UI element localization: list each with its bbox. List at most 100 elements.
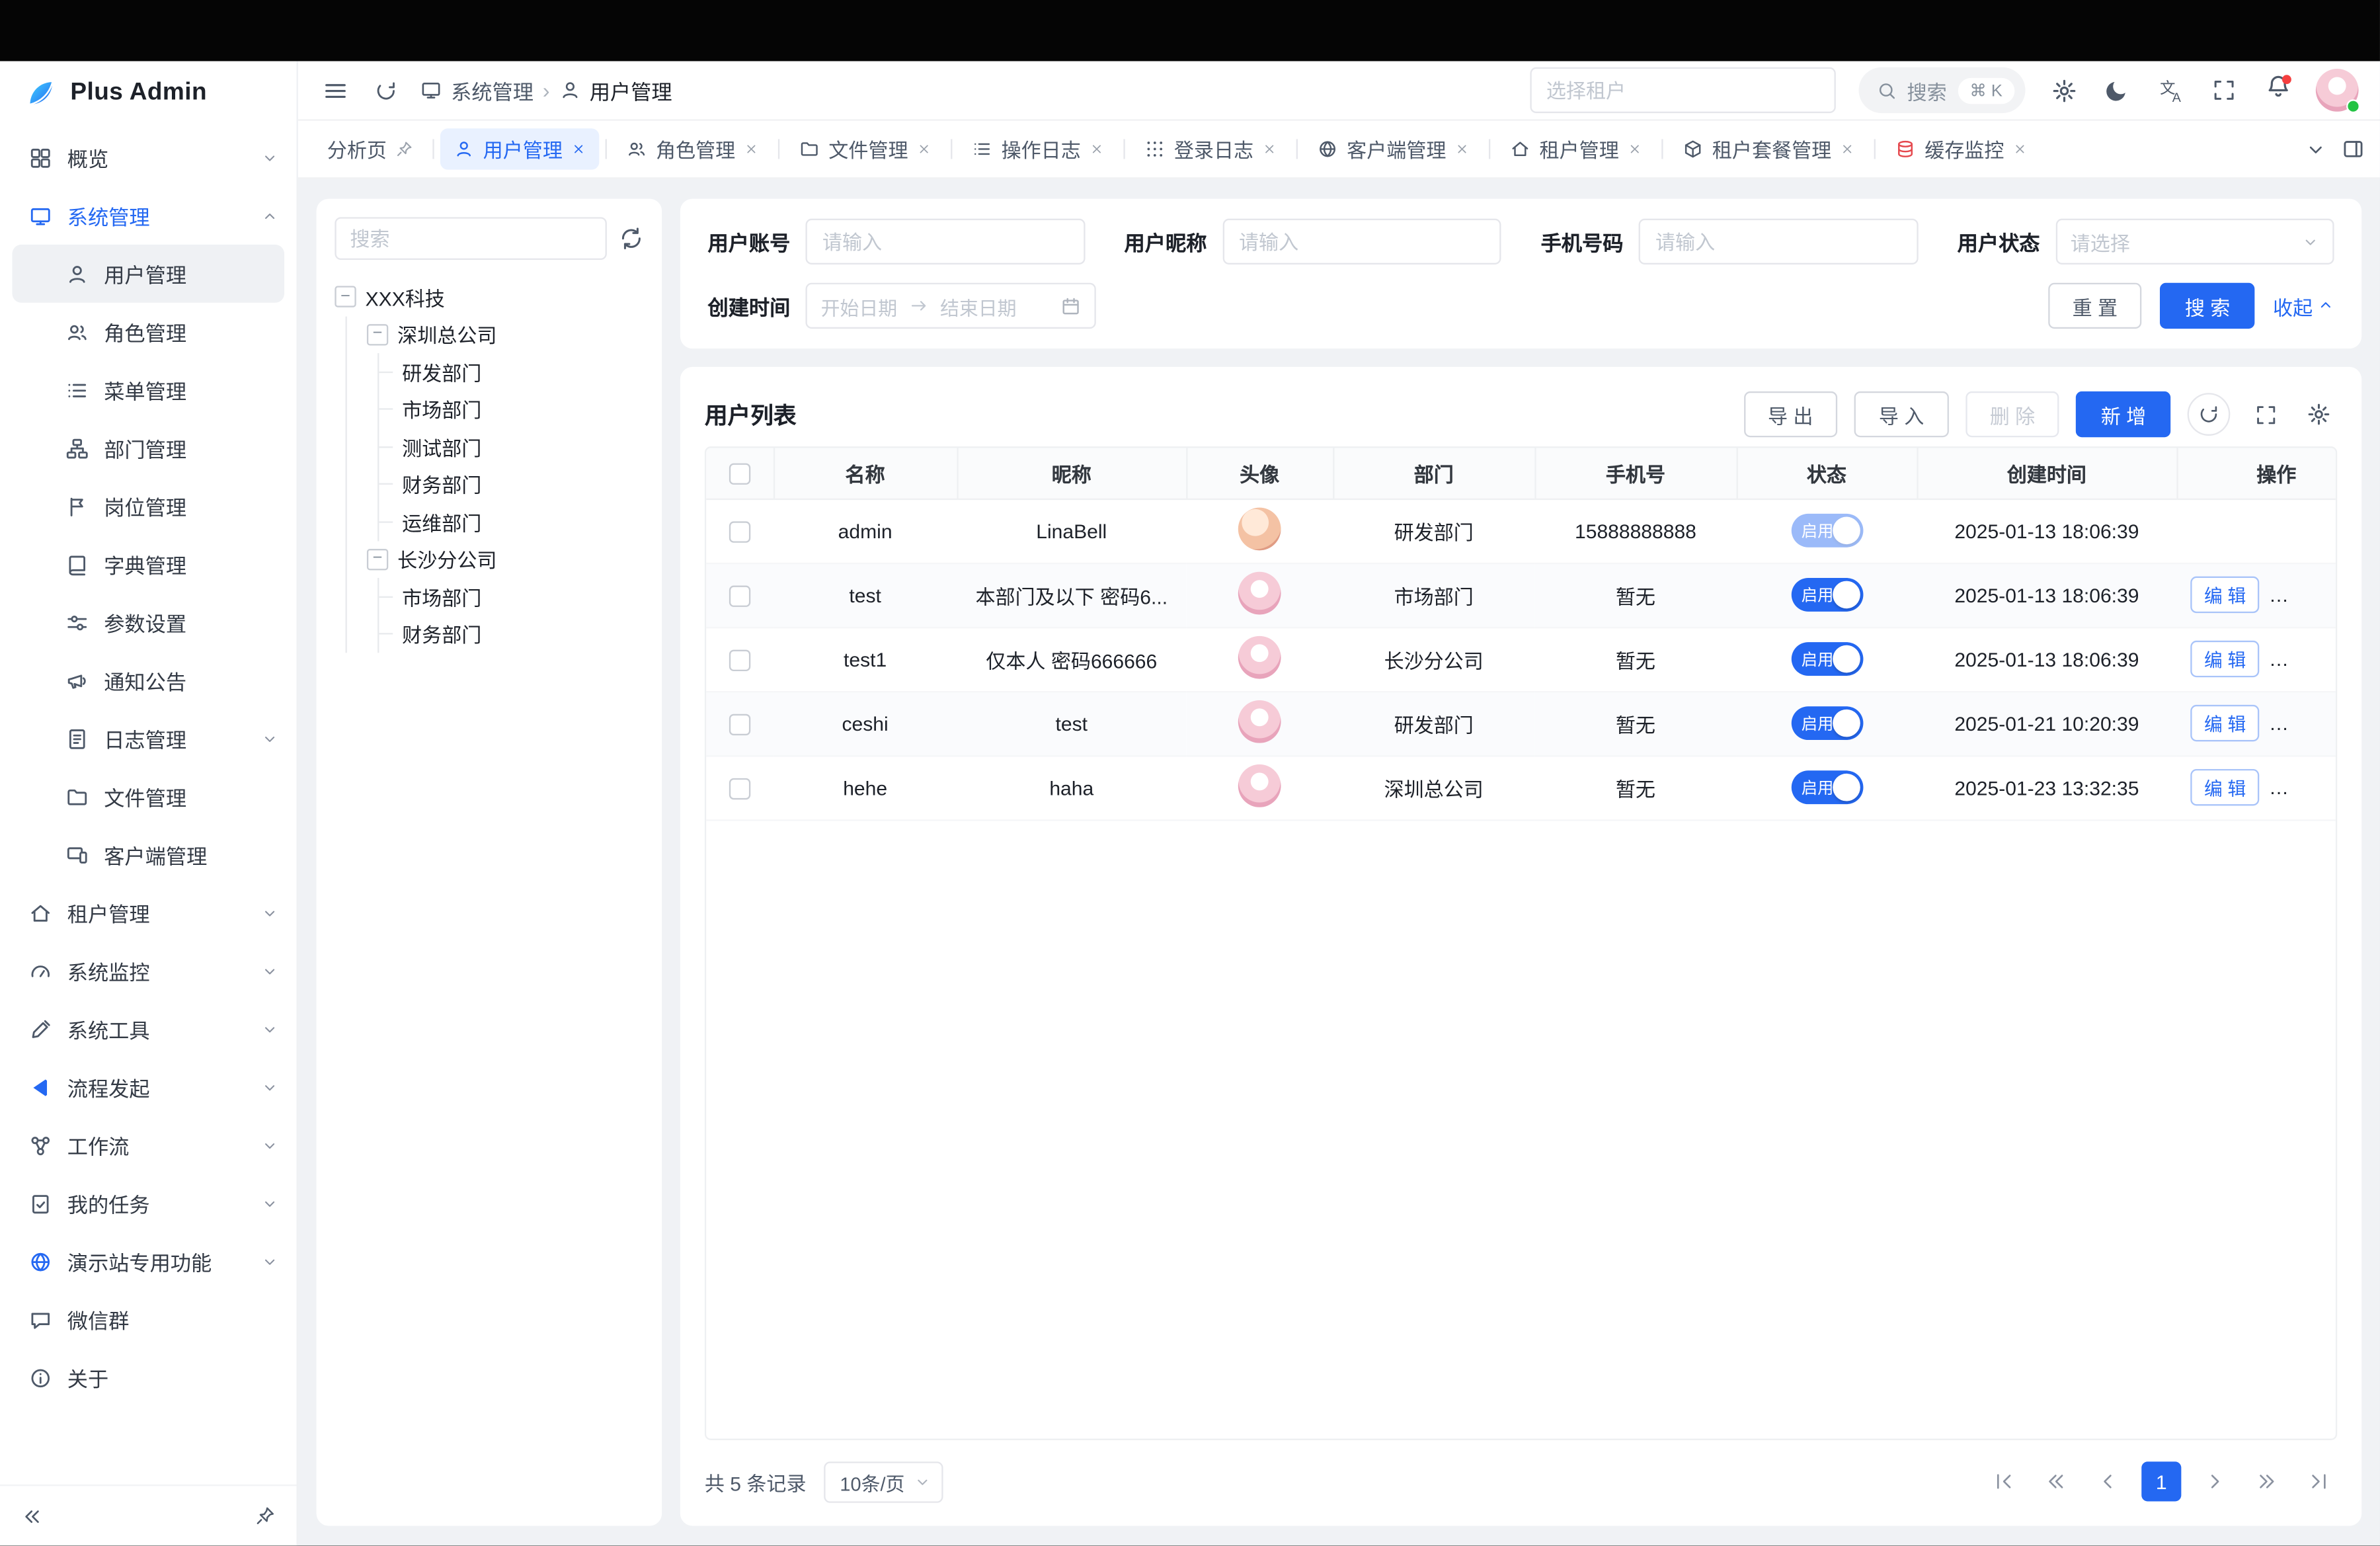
row-edit-button[interactable]: 编 辑 — [2190, 769, 2260, 805]
tree-collapse-icon[interactable]: − — [335, 286, 356, 307]
tab-role[interactable]: 角色管理 — [613, 128, 772, 169]
tab-tenant[interactable]: 租户管理 — [1497, 128, 1655, 169]
row-edit-button[interactable]: 编 辑 — [2190, 577, 2260, 613]
tab-close-icon[interactable] — [2013, 142, 2027, 156]
sidebar-item-user[interactable]: 用户管理 — [12, 245, 284, 303]
date-range-input[interactable]: 开始日期 结束日期 — [805, 283, 1095, 329]
sidebar-item-tools[interactable]: 系统工具 — [0, 1000, 297, 1058]
page-size-select[interactable]: 10条/页 — [824, 1461, 943, 1502]
search-button[interactable]: 搜 索 — [2161, 283, 2254, 329]
table-settings-button[interactable] — [2301, 396, 2337, 432]
tab-close-icon[interactable] — [744, 142, 758, 156]
table-fullscreen-button[interactable] — [2247, 396, 2283, 432]
sidebar-item-param[interactable]: 参数设置 — [0, 593, 297, 651]
tab-client[interactable]: 客户端管理 — [1304, 128, 1483, 169]
row-checkbox[interactable] — [729, 778, 750, 799]
next-page-button[interactable] — [2196, 1463, 2233, 1500]
tab-tenant-package[interactable]: 租户套餐管理 — [1669, 128, 1868, 169]
row-checkbox[interactable] — [729, 585, 750, 606]
tree-node[interactable]: 市场部门 — [399, 391, 643, 428]
breadcrumb-root[interactable]: 系统管理 — [451, 75, 534, 105]
tree-search-input[interactable] — [335, 217, 607, 260]
status-toggle[interactable]: 启用 — [1791, 578, 1863, 612]
row-edit-button[interactable]: 编 辑 — [2190, 641, 2260, 677]
sidebar-item-tenant[interactable]: 租户管理 — [0, 883, 297, 942]
reset-button[interactable]: 重 置 — [2048, 283, 2142, 329]
dark-mode-icon[interactable] — [2102, 75, 2132, 105]
first-page-button[interactable] — [1985, 1463, 2022, 1500]
refresh-page-icon[interactable] — [370, 75, 401, 105]
row-checkbox[interactable] — [729, 713, 750, 735]
tab-close-icon[interactable] — [1090, 142, 1104, 156]
tree-node[interactable]: 财务部门 — [399, 616, 643, 653]
tab-close-icon[interactable] — [1455, 142, 1469, 156]
sidebar-item-post[interactable]: 岗位管理 — [0, 477, 297, 535]
fullscreen-icon[interactable] — [2209, 75, 2239, 105]
sidebar-item-overview[interactable]: 概览 — [0, 128, 297, 186]
tree-node[interactable]: 研发部门 — [399, 353, 643, 391]
tab-close-icon[interactable] — [1841, 142, 1854, 156]
tree-node[interactable]: 财务部门 — [399, 466, 643, 503]
sidebar-item-tasks[interactable]: 我的任务 — [0, 1174, 297, 1233]
notifications-icon[interactable] — [2262, 75, 2293, 105]
row-checkbox[interactable] — [729, 649, 750, 671]
tree-node[interactable]: 运维部门 — [399, 503, 643, 541]
user-avatar[interactable] — [2316, 69, 2359, 112]
hamburger-menu-icon[interactable] — [319, 75, 350, 105]
sidebar-pin-button[interactable] — [255, 1506, 275, 1526]
sidebar-item-client[interactable]: 客户端管理 — [0, 826, 297, 884]
next-chunk-button[interactable] — [2248, 1463, 2285, 1500]
sidebar-item-demo[interactable]: 演示站专用功能 — [0, 1233, 297, 1291]
tab-user[interactable]: 用户管理 — [440, 128, 599, 169]
table-refresh-button[interactable] — [2188, 393, 2231, 436]
import-button[interactable]: 导 入 — [1854, 391, 1948, 437]
tree-node[interactable]: 市场部门 — [399, 578, 643, 616]
sidebar-item-wechat[interactable]: 微信群 — [0, 1290, 297, 1348]
tree-node[interactable]: −长沙分公司 — [367, 540, 643, 578]
sidebar-item-about[interactable]: 关于 — [0, 1348, 297, 1406]
sidebar-item-log[interactable]: 日志管理 — [0, 710, 297, 768]
prev-page-button[interactable] — [2090, 1463, 2126, 1500]
current-page-button[interactable]: 1 — [2141, 1461, 2181, 1501]
sidebar-collapse-button[interactable] — [21, 1505, 42, 1526]
tab-close-icon[interactable] — [917, 142, 931, 156]
sidebar-item-role[interactable]: 角色管理 — [0, 303, 297, 361]
prev-chunk-button[interactable] — [2038, 1463, 2074, 1500]
sidebar-item-dept[interactable]: 部门管理 — [0, 419, 297, 477]
tab-file[interactable]: 文件管理 — [786, 128, 945, 169]
sidebar-item-monitor[interactable]: 系统监控 — [0, 942, 297, 1000]
sidebar-item-dict[interactable]: 字典管理 — [0, 535, 297, 593]
tree-node[interactable]: −XXX科技 — [335, 278, 643, 316]
sidebar-item-file[interactable]: 文件管理 — [0, 768, 297, 826]
status-toggle[interactable]: 启用 — [1791, 642, 1863, 676]
tree-collapse-icon[interactable]: − — [367, 548, 388, 569]
export-button[interactable]: 导 出 — [1743, 391, 1837, 437]
filter-input-phone[interactable] — [1639, 219, 1918, 264]
row-edit-button[interactable]: 编 辑 — [2190, 705, 2260, 741]
sidebar-item-workflow[interactable]: 工作流 — [0, 1116, 297, 1174]
sidebar-item-system[interactable]: 系统管理 — [0, 186, 297, 245]
tree-node[interactable]: −深圳总公司 — [367, 315, 643, 353]
tab-close-icon[interactable] — [1263, 142, 1277, 156]
row-checkbox[interactable] — [729, 521, 750, 542]
tabs-panel-icon[interactable] — [2342, 138, 2365, 161]
filter-input-nickname[interactable] — [1222, 219, 1501, 264]
delete-button[interactable]: 删 除 — [1965, 391, 2059, 437]
add-button[interactable]: 新 增 — [2077, 391, 2170, 437]
tab-close-icon[interactable] — [572, 142, 586, 156]
status-toggle[interactable]: 启用 — [1791, 706, 1863, 740]
language-icon[interactable]: 文A — [2155, 75, 2186, 105]
status-toggle[interactable]: 启用 — [1791, 770, 1863, 804]
tree-collapse-icon[interactable]: − — [367, 324, 388, 345]
tab-login-log[interactable]: 登录日志 — [1131, 128, 1290, 169]
select-all-checkbox[interactable] — [729, 464, 750, 485]
tree-node[interactable]: 测试部门 — [399, 428, 643, 466]
tab-close-icon[interactable] — [1628, 142, 1642, 156]
filter-select-status[interactable]: 请选择 — [2055, 219, 2334, 264]
tab-cache-monitor[interactable]: 缓存监控 — [1882, 128, 2041, 169]
global-search[interactable]: 搜索 ⌘ K — [1858, 67, 2026, 113]
tab-operation-log[interactable]: 操作日志 — [959, 128, 1117, 169]
tab-analysis[interactable]: 分析页 — [313, 128, 426, 169]
tabs-dropdown-icon[interactable] — [2305, 138, 2326, 159]
filter-input-account[interactable] — [805, 219, 1084, 264]
